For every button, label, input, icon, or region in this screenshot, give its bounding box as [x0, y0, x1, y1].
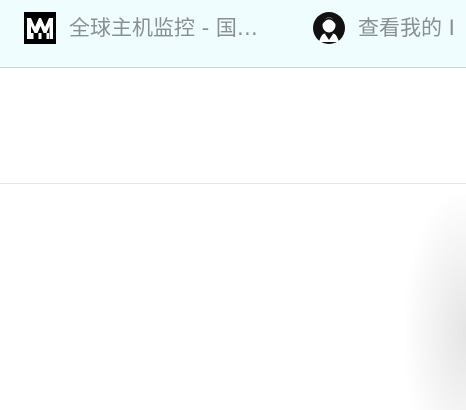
- bookmark-label: 全球主机监控 - 国…: [69, 16, 258, 40]
- bookmark-github[interactable]: 查看我的 I: [313, 0, 455, 56]
- github-avatar-icon: [313, 12, 345, 44]
- edge-shadow: [406, 194, 466, 410]
- bookmark-hostmonit[interactable]: 全球主机监控 - 国…: [24, 0, 258, 56]
- bookmark-label: 查看我的 I: [358, 16, 455, 40]
- bookmarks-bar: 全球主机监控 - 国… 查看我的 I: [0, 0, 466, 68]
- page-content: [0, 184, 466, 410]
- browser-window: 全球主机监控 - 国… 查看我的 I: [0, 0, 466, 410]
- toolbar-area: [0, 69, 466, 184]
- hostmonit-logo-icon: [24, 12, 56, 44]
